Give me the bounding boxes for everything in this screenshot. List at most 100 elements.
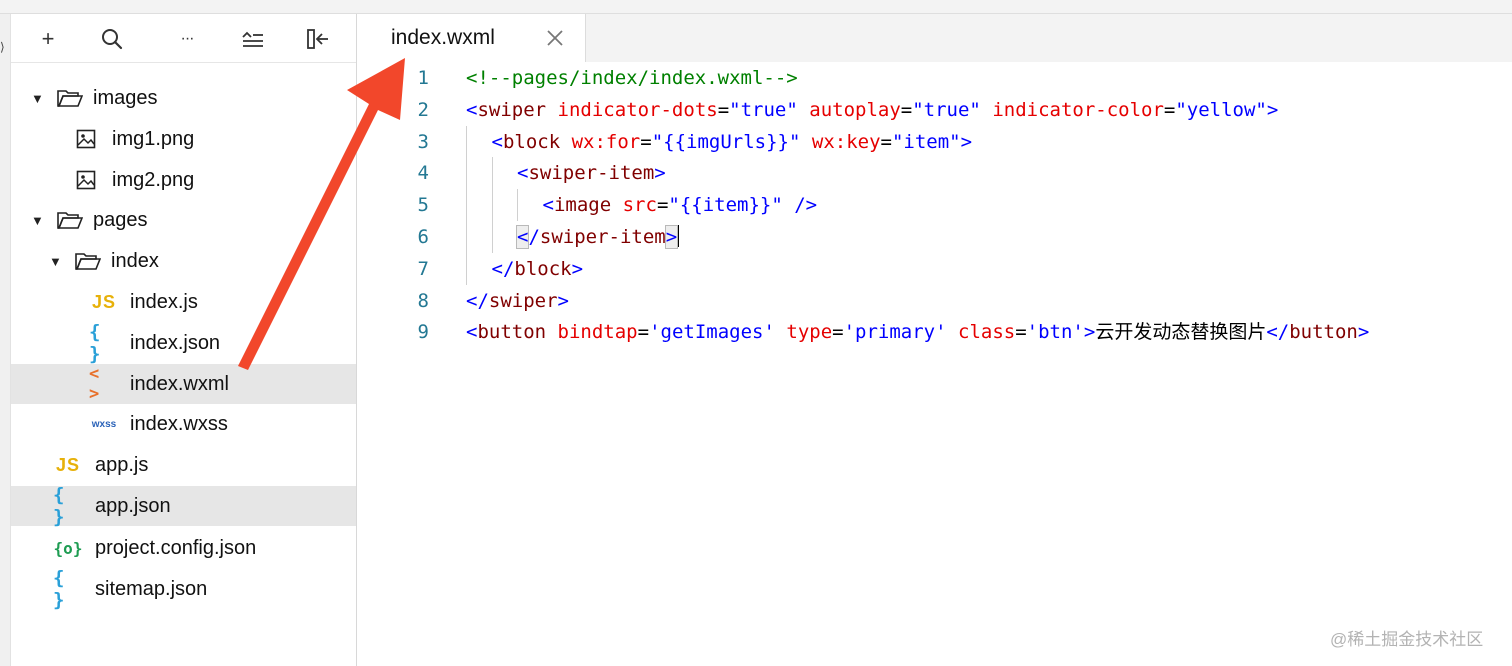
tree-file-img1[interactable]: img1.png bbox=[11, 119, 356, 159]
tree-file-project-config[interactable]: {o} project.config.json bbox=[11, 528, 356, 568]
code-token: < bbox=[515, 225, 530, 249]
add-file-button[interactable]: + bbox=[35, 26, 61, 52]
code-token: block bbox=[514, 257, 572, 280]
toggle-panel-button[interactable] bbox=[305, 26, 331, 52]
code-token: > bbox=[1083, 321, 1096, 344]
code-token: autoplay bbox=[809, 98, 901, 121]
line-number: 3 bbox=[417, 130, 429, 153]
tree-folder-index[interactable]: ▼ index bbox=[11, 241, 356, 281]
tree-file-app-json[interactable]: { } app.json bbox=[11, 484, 356, 528]
tree-file-index-wxss[interactable]: wxss index.wxss bbox=[11, 404, 356, 444]
code-line[interactable]: 1 <!--pages/index/index.wxml--> bbox=[357, 62, 1512, 94]
image-file-icon bbox=[71, 124, 101, 154]
code-editor[interactable]: 1 <!--pages/index/index.wxml--> 2 <swiper i… bbox=[357, 62, 1512, 666]
code-token: "{{item}}" bbox=[668, 194, 783, 217]
wxml-file-icon: < > bbox=[89, 364, 100, 404]
code-token: > bbox=[664, 225, 679, 249]
json-file-icon: { } bbox=[53, 484, 65, 528]
tree-item-label: sitemap.json bbox=[95, 577, 208, 600]
code-token: > bbox=[571, 257, 584, 280]
search-button[interactable] bbox=[99, 26, 125, 52]
indent-guide bbox=[491, 157, 493, 190]
code-token: "true" bbox=[912, 98, 981, 121]
code-text: </swiper-item> bbox=[515, 221, 680, 253]
code-line[interactable]: 6 </swiper-item> bbox=[357, 221, 1512, 253]
tree-folder-images[interactable]: ▼ images bbox=[11, 78, 356, 118]
code-token: = bbox=[640, 130, 652, 153]
code-token: "{{imgUrls}}" bbox=[651, 130, 801, 153]
code-text: <!--pages/index/index.wxml--> bbox=[466, 62, 798, 94]
tree-file-index-json[interactable]: { } index.json bbox=[11, 321, 356, 365]
tree-file-sitemap-json[interactable]: { } sitemap.json bbox=[11, 567, 356, 611]
code-token: / bbox=[528, 226, 540, 248]
code-text: <image src="{{item}}" /> bbox=[543, 189, 818, 221]
code-token: button bbox=[477, 321, 547, 344]
code-token: = bbox=[717, 98, 730, 121]
indent-guide bbox=[466, 221, 467, 253]
more-actions-button[interactable]: ··· bbox=[174, 26, 200, 52]
indent-guide bbox=[466, 252, 467, 285]
code-token: </ bbox=[1266, 321, 1290, 344]
code-token: class bbox=[958, 321, 1016, 344]
tab-index-wxml[interactable]: index.wxml bbox=[357, 14, 586, 63]
code-line[interactable]: 4 <swiper-item> bbox=[357, 157, 1512, 190]
tree-file-img2[interactable]: img2.png bbox=[11, 160, 356, 200]
code-token: = bbox=[900, 98, 913, 121]
code-token: 'btn' bbox=[1026, 321, 1084, 344]
code-line[interactable]: 9 <button bindtap='getImages' type='prima… bbox=[357, 316, 1512, 348]
line-number: 2 bbox=[417, 98, 429, 121]
tree-item-label: app.json bbox=[95, 494, 171, 517]
line-number: 6 bbox=[417, 226, 429, 248]
code-line[interactable]: 3 <block wx:for="{{imgUrls}}" wx:key="ite… bbox=[357, 125, 1512, 158]
tree-item-label: images bbox=[93, 86, 158, 109]
config-file-icon: {o} bbox=[53, 538, 83, 558]
code-line[interactable]: 5 <image src="{{item}}" /> bbox=[357, 189, 1512, 221]
code-token: > bbox=[557, 289, 569, 312]
collapse-all-button[interactable] bbox=[240, 26, 266, 52]
code-line[interactable]: 7 </block> bbox=[357, 252, 1512, 285]
code-token: < bbox=[466, 321, 478, 344]
code-text: </block> bbox=[492, 253, 584, 285]
code-token: image bbox=[553, 194, 612, 217]
indent-guide bbox=[517, 189, 518, 221]
tree-file-app-js[interactable]: JS app.js bbox=[11, 445, 356, 485]
line-number: 5 bbox=[417, 194, 429, 217]
code-token: "yellow" bbox=[1175, 98, 1267, 121]
code-text: <button bindtap='getImages' type='primar… bbox=[466, 316, 1369, 348]
code-token: swiper-item bbox=[528, 162, 655, 185]
code-token: indicator-color bbox=[992, 98, 1164, 121]
collapse-all-icon bbox=[242, 31, 263, 47]
code-line[interactable]: 2 <swiper indicator-dots="true" autoplay=… bbox=[357, 94, 1512, 126]
plus-icon: + bbox=[41, 26, 55, 51]
tree-file-index-wxml[interactable]: < > index.wxml bbox=[11, 364, 356, 404]
code-token: swiper bbox=[488, 289, 558, 312]
tree-folder-pages[interactable]: ▼ pages bbox=[11, 200, 356, 240]
code-line[interactable]: 8 </swiper> bbox=[357, 285, 1512, 317]
code-token: 云开发动态替换图片 bbox=[1095, 321, 1267, 344]
code-token: > bbox=[1266, 98, 1279, 121]
close-icon[interactable] bbox=[543, 26, 567, 50]
text-cursor bbox=[677, 225, 680, 247]
code-token: swiper-item bbox=[539, 226, 666, 248]
tree-file-index-js[interactable]: JS index.js bbox=[11, 282, 356, 322]
caret-down-icon: ▼ bbox=[31, 90, 44, 106]
tab-title: index.wxml bbox=[391, 26, 495, 49]
code-token: indicator-dots bbox=[557, 98, 718, 121]
window-top-strip bbox=[0, 0, 1512, 14]
expand-arrow-icon[interactable]: ⟩ bbox=[0, 40, 5, 54]
tree-item-label: pages bbox=[93, 208, 148, 231]
tree-item-label: index.json bbox=[130, 331, 221, 354]
code-token: wx:for bbox=[571, 130, 641, 153]
code-token: = bbox=[637, 321, 650, 344]
tree-item-label: project.config.json bbox=[95, 536, 257, 559]
line-number: 8 bbox=[417, 289, 429, 312]
code-token: "true" bbox=[729, 98, 798, 121]
folder-open-icon bbox=[55, 83, 85, 113]
